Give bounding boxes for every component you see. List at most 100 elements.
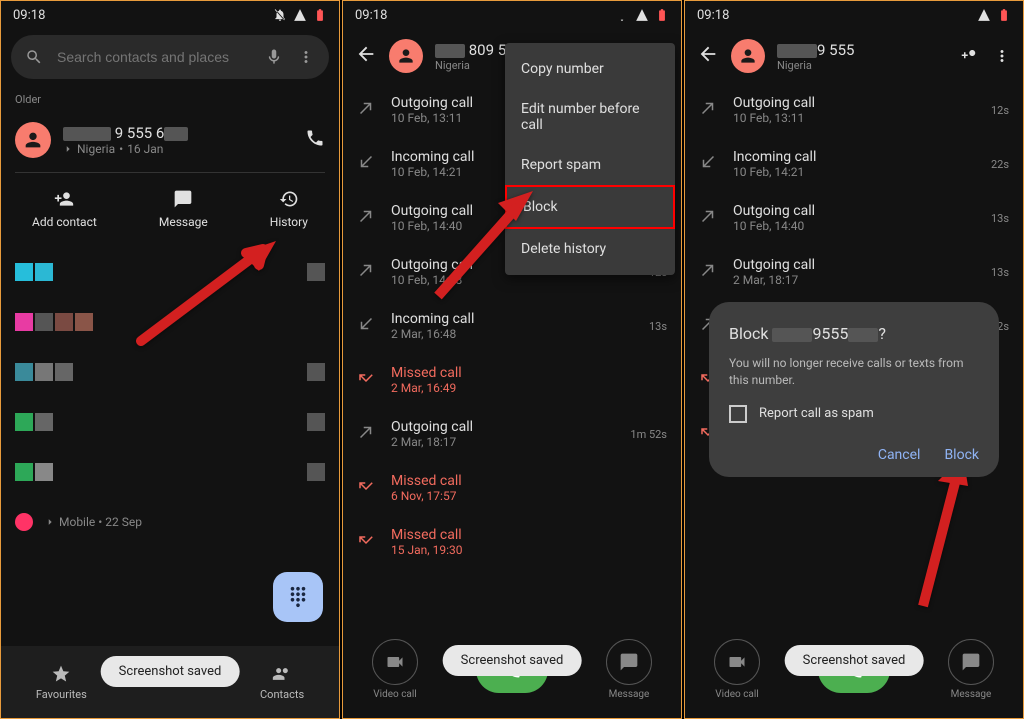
call-duration: 52s	[991, 320, 1009, 333]
videocam-icon	[385, 652, 405, 672]
back-button[interactable]	[697, 43, 719, 69]
dialpad-fab[interactable]	[273, 572, 323, 622]
call-duration: 13s	[991, 266, 1009, 279]
bottom-nav: Favourites Recent Contacts Screenshot sa…	[1, 646, 339, 718]
call-type: Outgoing call	[733, 311, 977, 327]
call-log-item[interactable]: Outgoing call2 Mar, 18:171m 52s	[343, 407, 681, 461]
older-label: Older	[1, 85, 339, 114]
call-log-item[interactable]: Outgoing call2 Mar, 18:17 52s	[685, 299, 1023, 353]
call-duration: 13s	[991, 212, 1009, 225]
nav-favourites[interactable]: Favourites	[36, 664, 87, 701]
call-timestamp: 2 Mar, 16:48	[391, 327, 635, 341]
avatar	[731, 39, 765, 73]
list-item[interactable]: Mobile • 22 Sep	[1, 497, 339, 547]
search-bar[interactable]	[11, 35, 329, 79]
screenshot-toast: Screenshot saved	[785, 645, 924, 676]
call-log-item[interactable]: Incoming call2 Mar, 16:4813s	[343, 299, 681, 353]
status-time: 09:18	[13, 8, 45, 23]
status-bar: 09:18	[685, 1, 1023, 29]
call-log-item[interactable]: Missed call6 Nov, 17:57	[343, 461, 681, 515]
star-icon	[51, 664, 71, 684]
call-log-item[interactable]: Missed call15 Jan, 19:30	[343, 515, 681, 569]
contact-detail-header: 9 555 Nigeria	[685, 29, 1023, 83]
battery-low-icon	[313, 8, 327, 22]
status-icons	[273, 8, 327, 22]
menu-edit-number[interactable]: Edit number before call	[505, 89, 675, 145]
bottom-action-bar: Video call Message Screenshot saved	[343, 627, 681, 718]
more-vert-icon[interactable]	[993, 47, 1011, 65]
call-direction-icon	[357, 261, 377, 283]
history-button[interactable]: History	[270, 189, 308, 229]
call-timestamp: 10 Feb, 13:11	[733, 111, 977, 125]
call-direction-icon	[699, 207, 719, 229]
call-log-item[interactable]: Outgoing call10 Feb, 13:11 12s	[685, 83, 1023, 137]
call-timestamp: 2 Mar, 16:49	[391, 381, 653, 395]
people-icon	[272, 664, 292, 684]
call-direction-icon	[357, 369, 377, 391]
contact-info: 9 555 6 Nigeria • 16 Jan	[63, 124, 293, 156]
call-type: Outgoing call	[391, 419, 616, 435]
call-type: Missed call	[733, 365, 995, 381]
call-timestamp: 2 Mar, 18:17	[391, 435, 616, 449]
screenshot-toast: Screenshot saved	[101, 656, 240, 687]
bottom-action-bar: Video call Message Screenshot saved	[685, 627, 1023, 718]
call-type: Outgoing call	[733, 257, 977, 273]
more-vert-icon[interactable]	[297, 48, 315, 66]
add-person-icon	[54, 189, 74, 209]
video-call-button[interactable]	[372, 639, 418, 685]
annotation-arrow	[423, 181, 543, 305]
back-button[interactable]	[355, 43, 377, 69]
annotation-arrow	[131, 231, 291, 355]
call-type: Outgoing call	[733, 203, 977, 219]
call-type: Outgoing call	[733, 95, 977, 111]
call-type: Missed call	[733, 419, 995, 435]
call-icon[interactable]	[305, 128, 325, 152]
call-log-item[interactable]: Missed call6 Nov, 17:57	[685, 353, 1023, 407]
panel-dialer-recents: 09:18 Older 9 555 6 Nigeria • 16 Jan Add…	[0, 0, 340, 719]
recent-contact-item[interactable]: 9 555 6 Nigeria • 16 Jan	[1, 114, 339, 166]
call-type: Missed call	[391, 365, 653, 381]
menu-report-spam[interactable]: Report spam	[505, 145, 675, 185]
call-direction-icon	[699, 315, 719, 337]
message-icon	[173, 189, 193, 209]
message-button[interactable]	[948, 639, 994, 685]
status-time: 09:18	[355, 8, 387, 23]
message-icon	[619, 652, 639, 672]
divider	[15, 172, 325, 173]
panel-call-detail-menu: 09:18 809 555 Nigeria Outgoing call10 Fe…	[342, 0, 682, 719]
list-item[interactable]	[1, 397, 339, 447]
message-button[interactable]: Message	[159, 189, 208, 229]
video-call-button[interactable]	[714, 639, 760, 685]
search-input[interactable]	[57, 49, 251, 65]
add-contact-button[interactable]: Add contact	[32, 189, 97, 229]
status-time: 09:18	[697, 8, 729, 23]
call-timestamp: 2 Mar, 18:17	[733, 327, 977, 341]
call-direction-icon	[357, 477, 377, 499]
call-direction-icon	[357, 153, 377, 175]
call-direction-icon	[699, 99, 719, 121]
call-direction-icon	[699, 261, 719, 283]
list-item[interactable]	[1, 447, 339, 497]
call-timestamp: 10 Feb, 14:40	[733, 219, 977, 233]
menu-copy-number[interactable]: Copy number	[505, 49, 675, 89]
avatar	[389, 39, 423, 73]
message-button[interactable]	[606, 639, 652, 685]
call-timestamp: 15 Jan, 19:30	[733, 435, 995, 449]
call-direction-icon	[699, 423, 719, 445]
call-type: Incoming call	[733, 149, 977, 165]
call-timestamp: 15 Jan, 19:30	[391, 543, 653, 557]
call-direction-icon	[357, 99, 377, 121]
nav-contacts[interactable]: Contacts	[260, 664, 304, 701]
status-bar: 09:18	[343, 1, 681, 29]
call-log-item[interactable]: Outgoing call2 Mar, 18:17 13s	[685, 245, 1023, 299]
annotation-arrow	[913, 451, 993, 615]
call-log-item[interactable]: Missed call2 Mar, 16:49	[343, 353, 681, 407]
add-person-icon[interactable]	[961, 47, 979, 65]
call-log-item[interactable]: Incoming call10 Feb, 14:2122s	[685, 137, 1023, 191]
call-log-item[interactable]: Outgoing call10 Feb, 14:40 13s	[685, 191, 1023, 245]
call-duration: 13s	[649, 320, 667, 333]
call-duration: 12s	[991, 104, 1009, 117]
mic-icon[interactable]	[265, 48, 283, 66]
status-bar: 09:18	[1, 1, 339, 29]
call-timestamp: 2 Mar, 18:17	[733, 273, 977, 287]
